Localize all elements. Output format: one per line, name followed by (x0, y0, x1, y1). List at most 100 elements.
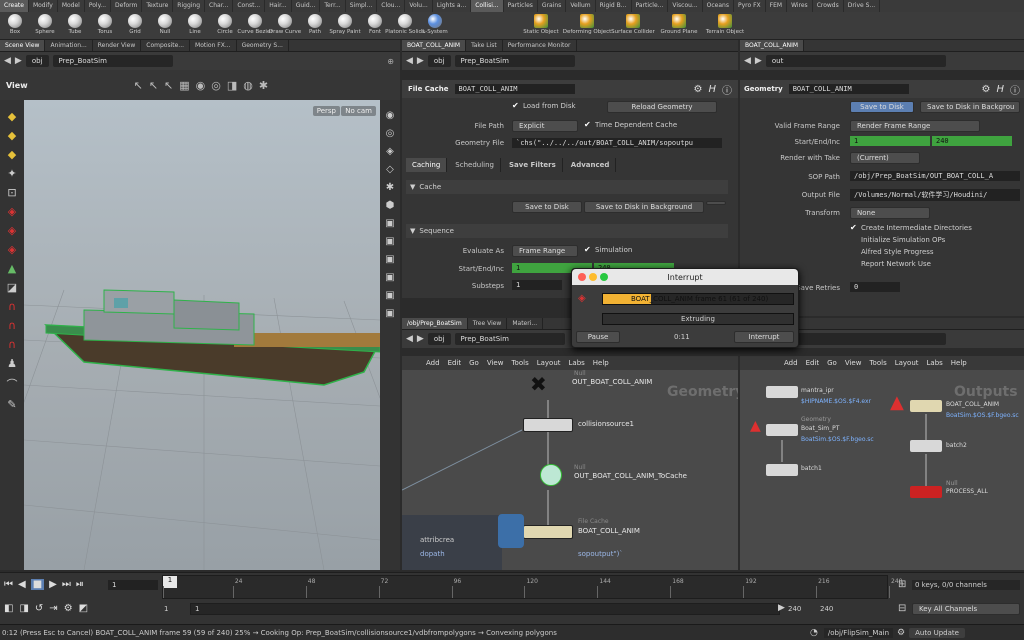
collisionsource-node[interactable] (523, 418, 573, 432)
menu-item[interactable]: Go (465, 359, 483, 367)
shelf-tab[interactable]: Vellum (566, 0, 596, 12)
snap-red2-icon[interactable]: ◈ (8, 243, 16, 256)
pane-tab[interactable]: Take List (466, 40, 503, 51)
shelf-tool[interactable]: Tube (60, 12, 90, 40)
shelf-tool[interactable]: Torus (90, 12, 120, 40)
shelf-tab[interactable]: Model (58, 0, 85, 12)
shelf-tab[interactable]: Particles (504, 0, 538, 12)
shelf-tab[interactable]: FEM (766, 0, 788, 12)
sop-path-field[interactable]: /obj/Prep_BoatSim/OUT_BOAT_COLL_A (850, 171, 1020, 181)
transform-menu[interactable]: None (850, 207, 930, 219)
rop-forward-icon[interactable]: ▶ (755, 56, 762, 66)
menu-item[interactable]: Add (780, 359, 802, 367)
snap-red-icon[interactable]: ◈ (8, 224, 16, 237)
param-subtab[interactable]: Caching (406, 158, 448, 172)
param-subtab[interactable]: Scheduling (449, 158, 501, 172)
pane-tab[interactable]: Scene View (0, 40, 46, 51)
rop-geometry-node[interactable] (910, 400, 942, 412)
valid-frame-menu[interactable]: Render Frame Range (850, 120, 980, 132)
play-forward-icon[interactable]: ▶ (49, 579, 57, 590)
loop-icon[interactable]: ↺ (35, 603, 43, 614)
display-opt-6-icon[interactable]: ⬢ (386, 200, 395, 211)
rop-info-icon[interactable]: ⓘ (1010, 82, 1020, 97)
menu-item[interactable]: Layout (891, 359, 923, 367)
forward-arrow-icon[interactable]: ▶ (15, 56, 22, 66)
cancel-truncated-button[interactable] (706, 201, 726, 205)
batch1-node[interactable] (766, 464, 798, 476)
shelf-tool[interactable]: Sphere (30, 12, 60, 40)
pin-icon[interactable]: ⊕ (387, 57, 394, 66)
shelf-tool[interactable]: Box (0, 12, 30, 40)
shelf-tab[interactable]: Crowds (813, 0, 844, 12)
shelf-collision-tool[interactable]: Ground Plane (656, 12, 702, 40)
brush-icon[interactable]: ⌒ (7, 376, 18, 392)
display-opt-8-icon[interactable]: ▣ (385, 236, 394, 247)
gear-icon[interactable]: ⚙ (694, 84, 703, 95)
info-icon[interactable]: ⓘ (722, 82, 732, 97)
display-opt-11-icon[interactable]: ▣ (385, 290, 394, 301)
jump-end-icon[interactable]: ⏯ (76, 579, 84, 590)
pane-tab[interactable]: Render View (93, 40, 142, 51)
range-slider-handle-icon[interactable]: ▶ (778, 603, 785, 613)
realtime-icon[interactable]: ◨ (19, 603, 28, 614)
pane-tab[interactable]: Performance Monitor (503, 40, 577, 51)
shelf-tab[interactable]: Poly... (85, 0, 112, 12)
shelf-tool[interactable]: Draw Curve (269, 12, 301, 40)
init-sim-check[interactable] (850, 236, 858, 244)
key-all-channels-button[interactable]: Key All Channels (912, 603, 1020, 615)
display-opt-12-icon[interactable]: ▣ (385, 308, 394, 319)
menu-item[interactable]: Tools (507, 359, 532, 367)
chat-icon[interactable]: ◔ (810, 628, 818, 638)
back-arrow-icon[interactable]: ◀ (4, 56, 11, 66)
shelf-tab[interactable]: Terr... (320, 0, 346, 12)
timeline-playhead[interactable]: 1 (163, 576, 177, 588)
auto-update-button[interactable]: Auto Update (909, 627, 965, 638)
rop-node-name-field[interactable]: BOAT_COLL_ANIM (788, 84, 909, 94)
grid-icon[interactable]: ▦ (179, 79, 189, 92)
out-null-node-icon[interactable]: ✖ (530, 372, 547, 396)
camera-icon[interactable]: ◉ (196, 79, 206, 92)
shelf-tool[interactable]: Grid (120, 12, 150, 40)
snap-icon[interactable]: ◍ (243, 79, 253, 92)
display-opt-1-icon[interactable]: ◉ (386, 110, 395, 121)
network-sticky-icon[interactable] (498, 514, 524, 548)
rop-save-bg-button[interactable]: Save to Disk in Backgrou (920, 101, 1020, 113)
process-all-node[interactable] (910, 486, 942, 498)
keys-icon[interactable]: ⊞ (898, 579, 906, 590)
rop-save-to-disk-button[interactable]: Save to Disk (850, 101, 914, 113)
range-end-field[interactable]: 240 (820, 605, 833, 613)
range-icon[interactable]: ⇥ (49, 603, 57, 614)
pane-tab[interactable]: Composite... (141, 40, 191, 51)
pane-tab[interactable]: BOAT_COLL_ANIM (402, 40, 467, 51)
key-all-icon[interactable]: ⊟ (898, 603, 906, 614)
shelf-collision-tool[interactable]: Deforming Object (563, 12, 611, 40)
shelf-tab[interactable]: Rigid B... (596, 0, 632, 12)
menu-item[interactable]: Help (589, 359, 613, 367)
rop-help-icon[interactable]: H (996, 84, 1004, 95)
param-subtab[interactable]: Save Filters (503, 158, 563, 172)
out-network-canvas[interactable]: Outputs mantra_ipr $HIPNAME.$OS.$F4.exr … (740, 370, 1024, 570)
pane-tab[interactable]: /obj/Prep_BoatSim (402, 318, 468, 329)
update-icon[interactable]: ⚙ (897, 628, 905, 638)
camera-menu[interactable]: No cam (341, 106, 376, 116)
persp-menu[interactable]: Persp (312, 106, 340, 116)
asterisk-icon[interactable]: ✱ (259, 79, 268, 92)
display-opt-2-icon[interactable]: ◎ (386, 128, 395, 139)
pane-tab[interactable]: Tree View (468, 318, 508, 329)
menu-item[interactable]: Layout (533, 359, 565, 367)
menu-item[interactable]: Go (823, 359, 841, 367)
cache-section-header[interactable]: ▼ Cache (406, 180, 728, 194)
settings-icon[interactable]: ⚙ (64, 603, 73, 614)
view-icon[interactable]: ◪ (7, 281, 17, 294)
param-back-icon[interactable]: ◀ (406, 56, 413, 66)
pause-button[interactable]: Pause (576, 331, 620, 343)
shelf-tool[interactable]: Circle (210, 12, 240, 40)
display-opt-5-icon[interactable]: ✱ (386, 182, 394, 193)
rotate-tool-icon[interactable]: ◆ (8, 148, 16, 161)
scope-icon[interactable]: ◩ (79, 603, 88, 614)
shelf-collision-tool[interactable]: Surface Collider (610, 12, 656, 40)
shelf-tab[interactable]: Oceans (703, 0, 734, 12)
shelf-tab[interactable]: Volu... (405, 0, 433, 12)
param-path-network[interactable]: Prep_BoatSim (454, 55, 575, 67)
display-opt-10-icon[interactable]: ▣ (385, 272, 394, 283)
